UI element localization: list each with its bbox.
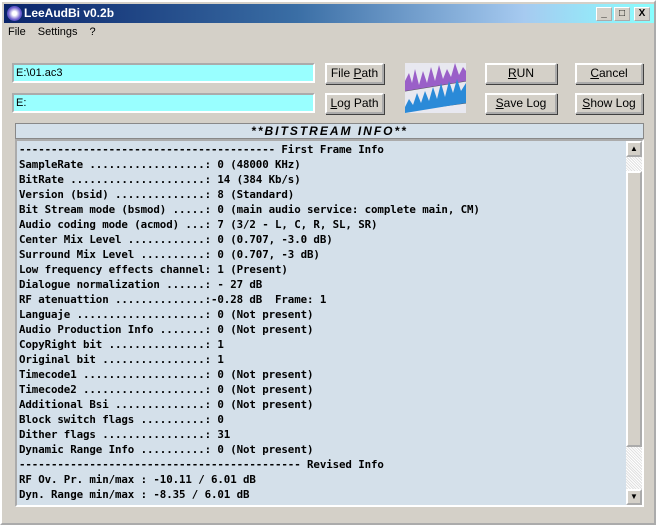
scroll-down-arrow-icon[interactable]: ▼	[626, 489, 642, 505]
menu-settings[interactable]: Settings	[38, 26, 78, 38]
app-window: LeeAudBi v0.2b _ □ X File Settings ? E:\…	[0, 0, 656, 525]
cancel-button[interactable]: Cancel	[575, 63, 643, 84]
waveform-logo	[405, 63, 466, 113]
info-line: Dialogue normalization ......: - 27 dB	[19, 278, 263, 291]
file-path-input[interactable]: E:\01.ac3	[12, 63, 315, 83]
info-line: Center Mix Level ............: 0 (0.707,…	[19, 233, 333, 246]
info-line: Dyn. Range min/max : -8.35 / 6.01 dB	[19, 488, 250, 501]
info-line: Surround Mix Level ..........: 0 (0.707,…	[19, 248, 320, 261]
bitstream-info-header: **BITSTREAM INFO**	[15, 123, 644, 139]
info-line: Bit Stream mode (bsmod) .....: 0 (main a…	[19, 203, 480, 216]
info-line: SampleRate ..................: 0 (48000 …	[19, 158, 301, 171]
info-line: Timecode2 ...................: 0 (Not pr…	[19, 383, 314, 396]
menu-file[interactable]: File	[8, 26, 26, 38]
info-line: Low frequency effects channel: 1 (Presen…	[19, 263, 288, 276]
info-line: Block switch flags ..........: 0	[19, 413, 224, 426]
info-line: Additional Bsi ..............: 0 (Not pr…	[19, 398, 314, 411]
menu-help[interactable]: ?	[90, 26, 96, 38]
info-line: Timecode1 ...................: 0 (Not pr…	[19, 368, 314, 381]
info-line: Version (bsid) ..............: 8 (Standa…	[19, 188, 295, 201]
title-bar: LeeAudBi v0.2b _ □ X	[4, 4, 654, 23]
info-line: ----------------------------------------…	[19, 458, 384, 471]
log-path-button[interactable]: Log Path	[325, 93, 384, 114]
info-line: RF Ov. Pr. min/max : -10.11 / 6.01 dB	[19, 473, 256, 486]
info-line: CopyRight bit ...............: 1	[19, 338, 224, 351]
menu-bar: File Settings ?	[8, 26, 96, 38]
save-log-button[interactable]: Save Log	[485, 93, 557, 114]
info-line: BitRate .....................: 14 (384 K…	[19, 173, 301, 186]
info-line: ----------------------------------------…	[19, 143, 384, 156]
info-line: Languaje ....................: 0 (Not pr…	[19, 308, 314, 321]
vertical-scrollbar[interactable]: ▲ ▼	[626, 141, 642, 505]
run-button[interactable]: RUN	[485, 63, 557, 84]
scrollbar-thumb[interactable]	[626, 171, 642, 447]
app-icon	[7, 6, 22, 21]
info-line: Dynamic Range Info ..........: 0 (Not pr…	[19, 443, 314, 456]
show-log-button[interactable]: Show Log	[575, 93, 643, 114]
info-line: Audio Production Info .......: 0 (Not pr…	[19, 323, 314, 336]
bitstream-info-textarea[interactable]: ----------------------------------------…	[15, 139, 644, 507]
info-line: Original bit ................: 1	[19, 353, 224, 366]
info-line: Dither flags ................: 31	[19, 428, 231, 441]
info-line: Audio coding mode (acmod) ...: 7 (3/2 - …	[19, 218, 378, 231]
file-path-button[interactable]: File Path	[325, 63, 384, 84]
window-title: LeeAudBi v0.2b	[24, 6, 115, 20]
info-line: RF atenuattion ..............:-0.28 dB F…	[19, 293, 327, 306]
maximize-button[interactable]: □	[614, 7, 630, 21]
minimize-button[interactable]: _	[596, 7, 612, 21]
close-button[interactable]: X	[634, 7, 650, 21]
log-path-input[interactable]: E:	[12, 93, 315, 113]
scroll-up-arrow-icon[interactable]: ▲	[626, 141, 642, 157]
info-lines: ----------------------------------------…	[19, 142, 480, 502]
